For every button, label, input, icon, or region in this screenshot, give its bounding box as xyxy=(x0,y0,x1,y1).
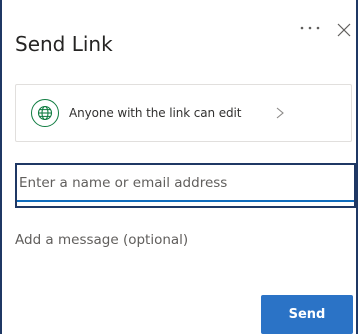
close-button[interactable] xyxy=(333,19,355,41)
more-options-button[interactable] xyxy=(297,18,323,38)
link-permission-label: Anyone with the link can edit xyxy=(69,106,242,120)
globe-icon xyxy=(37,105,53,121)
close-icon xyxy=(337,23,351,37)
chevron-right-icon xyxy=(276,107,284,119)
message-input[interactable] xyxy=(15,228,345,252)
recipient-input[interactable] xyxy=(19,171,349,195)
recipient-input-underline xyxy=(17,200,354,202)
send-link-dialog: Send Link Anyone with the link can edit xyxy=(0,0,358,334)
globe-icon-badge xyxy=(31,99,59,127)
recipient-field xyxy=(15,163,356,208)
more-horizontal-icon xyxy=(300,26,320,30)
link-settings-button[interactable]: Anyone with the link can edit xyxy=(15,84,352,142)
dialog-title: Send Link xyxy=(15,32,113,56)
send-button[interactable]: Send xyxy=(261,295,353,334)
